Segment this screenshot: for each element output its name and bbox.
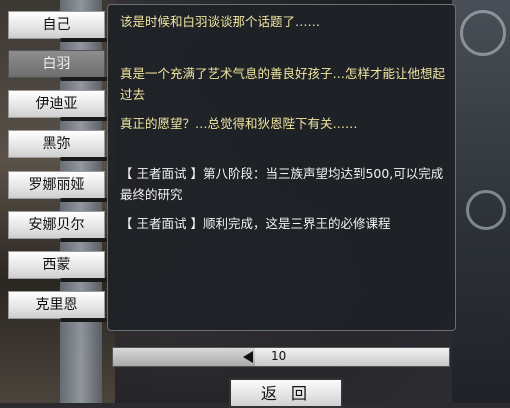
nav-item-self[interactable]: 自己 [8,11,105,39]
nav-item-kelien[interactable]: 克里恩 [8,291,105,319]
nav-tail [60,198,112,202]
back-button[interactable]: 返回 [229,378,343,408]
quest-log-panel: 该是时候和白羽谈谈那个话题了…… 真是一个充满了艺术气息的善良好孩子…怎样才能让… [107,4,456,331]
nav-tail [60,117,112,121]
nav-item-heimi[interactable]: 黑弥 [8,130,105,158]
log-entry: 【 王者面试 】顺利完成，这是三界王的必修课程 [120,216,391,231]
ornament-swirl [460,10,506,56]
log-entry: 该是时候和白羽谈谈那个话题了…… [120,14,321,29]
page-selector: 10 [112,347,450,367]
nav-tail [60,238,112,242]
nav-item-luonaliya[interactable]: 罗娜丽娅 [8,171,105,199]
nav-tail [60,157,112,161]
log-entry: 真是一个充满了艺术气息的善良好孩子…怎样才能让他想起过去 [120,66,446,102]
right-decoration [452,0,510,403]
nav-item-ximeng[interactable]: 西蒙 [8,251,105,279]
nav-tail [60,278,112,282]
nav-tail [60,318,112,322]
nav-tail [60,38,112,42]
page-number: 10 [271,349,287,363]
nav-item-yidiya[interactable]: 伊迪亚 [8,90,105,118]
log-entry: 【 王者面试 】第八阶段：当三族声望均达到500,可以完成最终的研究 [120,166,444,202]
ornament-swirl [466,190,506,230]
nav-tail [60,77,112,81]
log-entry: 真正的愿望？…总觉得和狄恩陛下有关…… [120,116,358,131]
nav-item-baiyu[interactable]: 白羽 [8,50,105,78]
nav-item-annabeier[interactable]: 安娜贝尔 [8,211,105,239]
left-arrow-icon[interactable] [243,351,253,363]
